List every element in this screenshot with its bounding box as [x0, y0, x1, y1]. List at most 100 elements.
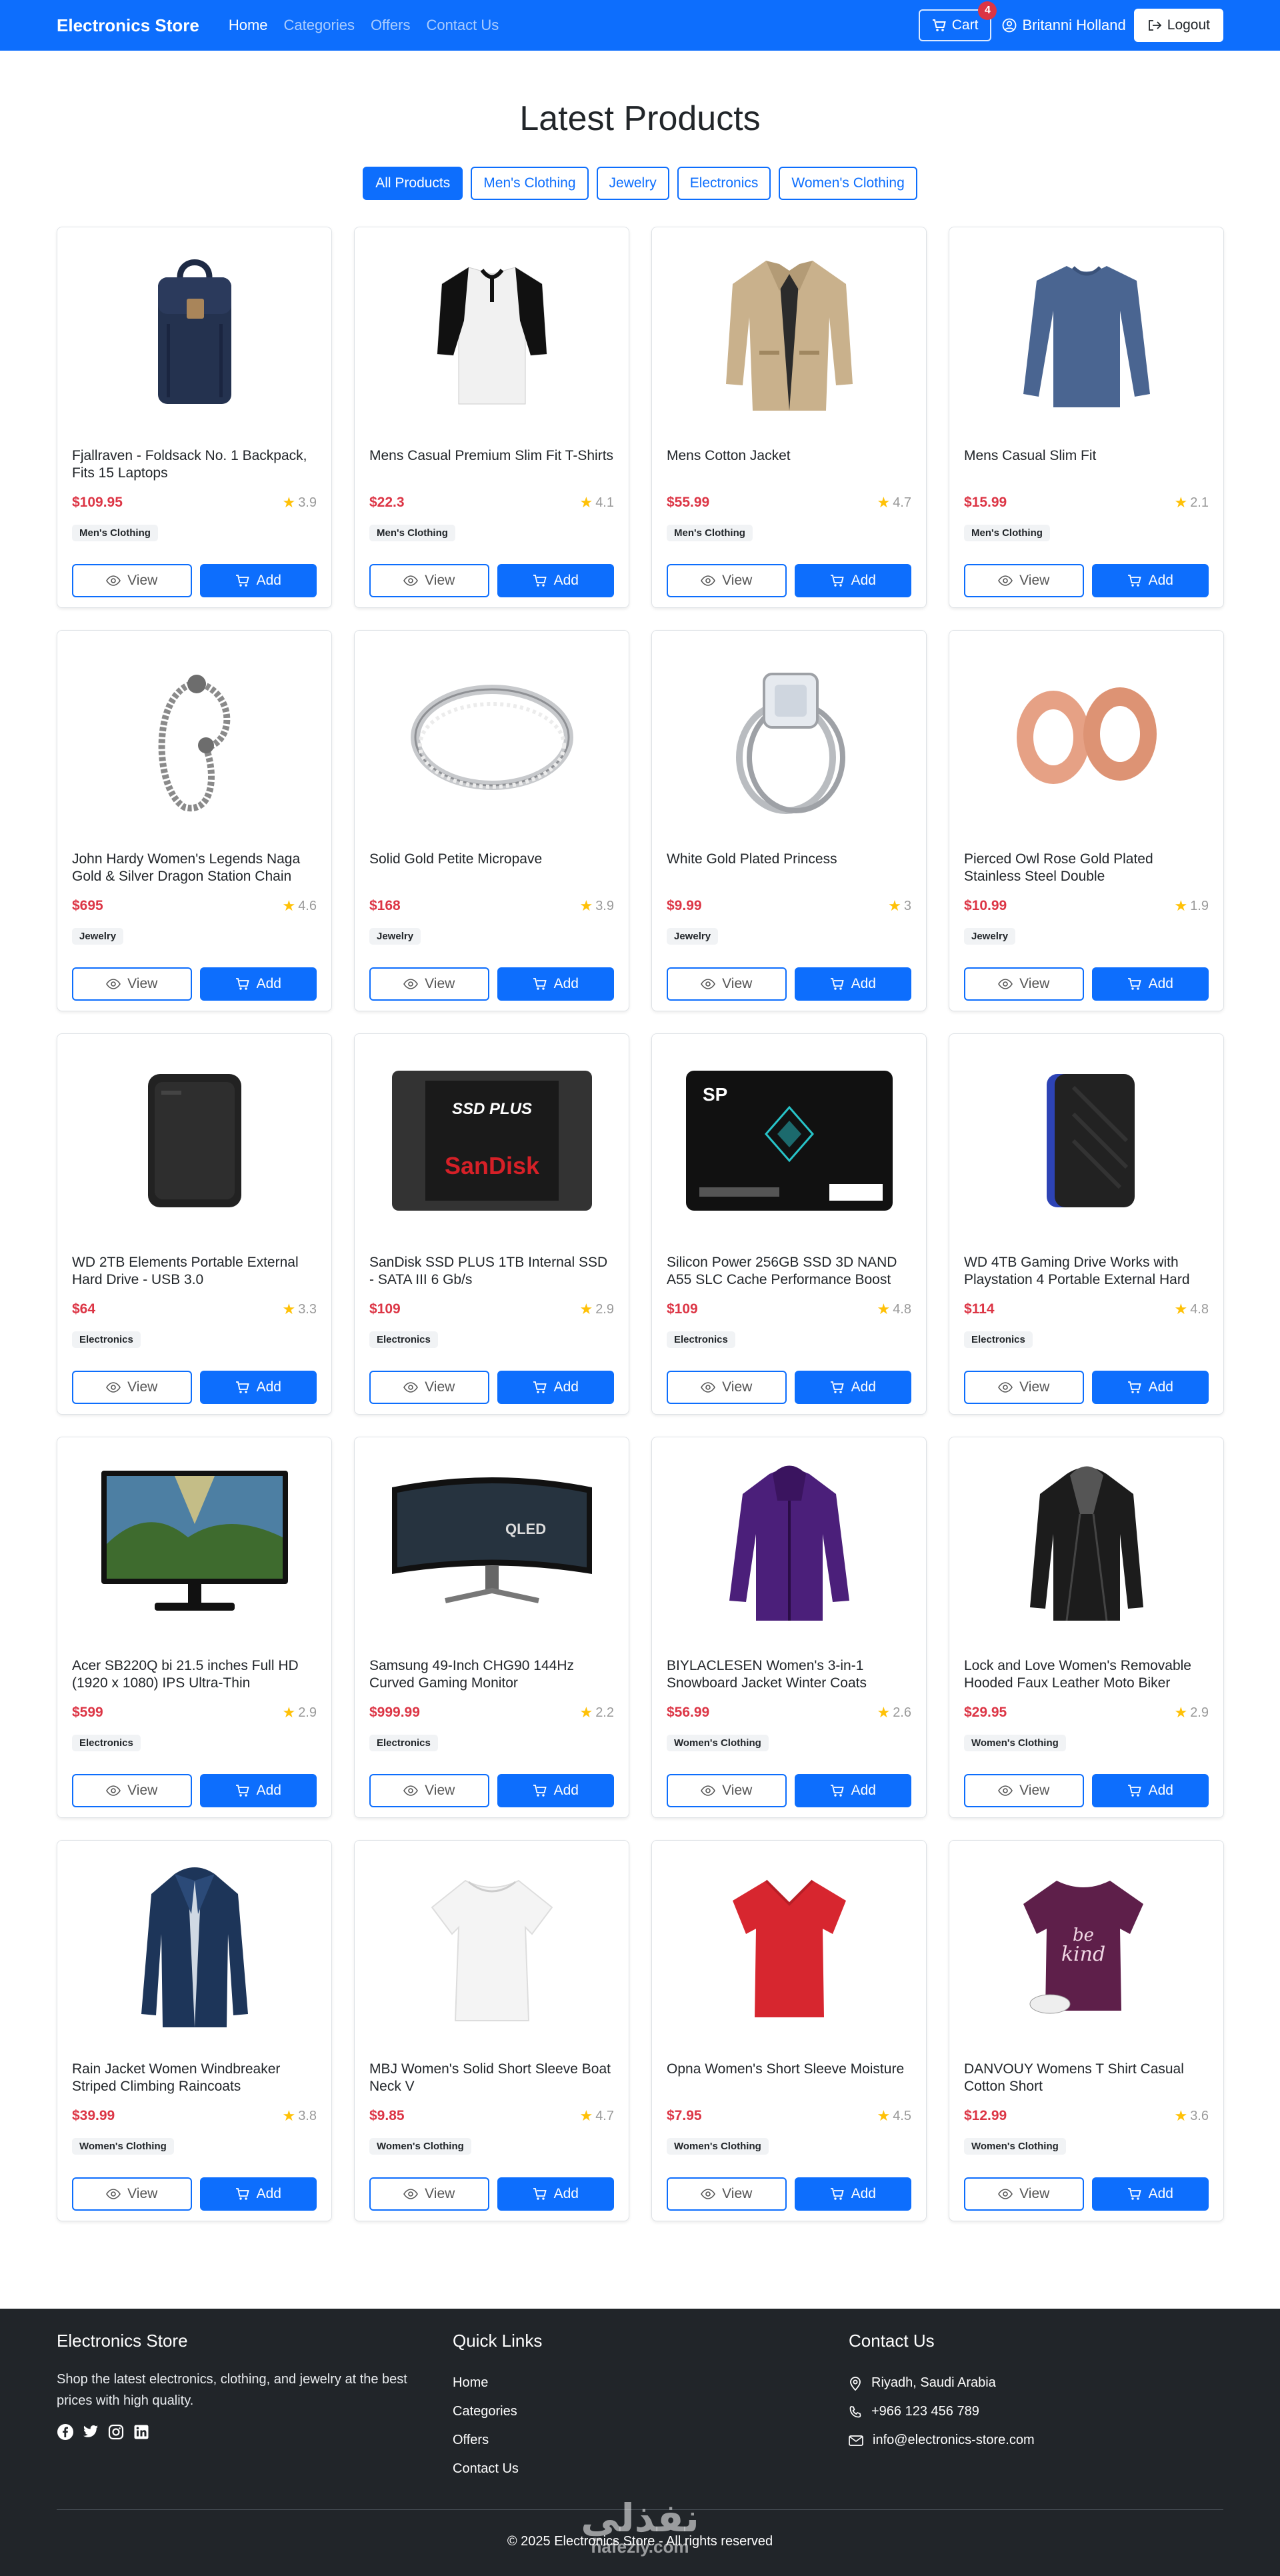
- nav-link-offers[interactable]: Offers: [371, 17, 411, 34]
- add-label: Add: [1148, 573, 1173, 588]
- view-button[interactable]: View: [667, 564, 787, 597]
- add-to-cart-button[interactable]: Add: [199, 1371, 317, 1404]
- view-button[interactable]: View: [667, 967, 787, 1001]
- filter-jewelry[interactable]: Jewelry: [596, 167, 669, 200]
- facebook-icon[interactable]: [57, 2423, 74, 2441]
- view-button[interactable]: View: [964, 1774, 1084, 1807]
- add-to-cart-button[interactable]: Add: [794, 1774, 911, 1807]
- add-to-cart-button[interactable]: Add: [497, 1774, 614, 1807]
- view-button[interactable]: View: [369, 2177, 489, 2211]
- view-button[interactable]: View: [964, 967, 1084, 1001]
- view-button[interactable]: View: [964, 1371, 1084, 1404]
- add-to-cart-button[interactable]: Add: [1091, 1371, 1209, 1404]
- nav-link-contact[interactable]: Contact Us: [426, 17, 499, 34]
- longsleeve-icon[interactable]: [964, 227, 1209, 441]
- view-button[interactable]: View: [72, 967, 192, 1001]
- product-title: Silicon Power 256GB SSD 3D NAND A55 SLC …: [667, 1255, 897, 1287]
- view-label: View: [1019, 1379, 1050, 1395]
- product-price: $599: [72, 1705, 103, 1720]
- add-to-cart-button[interactable]: Add: [794, 564, 911, 597]
- instagram-icon[interactable]: [107, 2423, 125, 2441]
- add-to-cart-button[interactable]: Add: [1091, 2177, 1209, 2211]
- view-button[interactable]: View: [72, 2177, 192, 2211]
- add-to-cart-button[interactable]: Add: [794, 967, 911, 1001]
- leather-jacket-icon[interactable]: [964, 1437, 1209, 1651]
- brand-logo[interactable]: Electronics Store: [57, 15, 199, 36]
- star-icon: ★: [579, 1704, 593, 1721]
- monitor-icon[interactable]: [72, 1437, 317, 1651]
- add-to-cart-button[interactable]: Add: [1091, 967, 1209, 1001]
- backpack-icon[interactable]: [72, 227, 317, 441]
- view-button[interactable]: View: [667, 1774, 787, 1807]
- cart-icon: [533, 2187, 547, 2201]
- filter-electronics[interactable]: Electronics: [677, 167, 771, 200]
- add-to-cart-button[interactable]: Add: [497, 2177, 614, 2211]
- cart-icon: [533, 574, 547, 587]
- filter-all-products[interactable]: All Products: [363, 167, 463, 200]
- product-rating: ★ 3.9: [579, 897, 614, 915]
- nav-link-home[interactable]: Home: [229, 17, 268, 34]
- view-button[interactable]: View: [964, 2177, 1084, 2211]
- jacket-icon[interactable]: [667, 227, 911, 441]
- svg-text:QLED: QLED: [505, 1521, 546, 1537]
- bracelet-icon[interactable]: [72, 631, 317, 844]
- purple-tshirt-icon[interactable]: be kind: [964, 1841, 1209, 2054]
- contact-phone-text[interactable]: +966 123 456 789: [871, 2397, 979, 2426]
- view-button[interactable]: View: [72, 1774, 192, 1807]
- logout-button[interactable]: Logout: [1133, 9, 1223, 42]
- plugs-icon[interactable]: [964, 631, 1209, 844]
- contact-email-text[interactable]: info@electronics-store.com: [873, 2426, 1035, 2455]
- cart-button[interactable]: Cart 4: [918, 1, 997, 41]
- footer-link-offers[interactable]: Offers: [453, 2426, 542, 2455]
- hard-drive-icon[interactable]: [72, 1034, 317, 1247]
- add-to-cart-button[interactable]: Add: [794, 2177, 911, 2211]
- view-button[interactable]: View: [369, 564, 489, 597]
- add-label: Add: [256, 976, 281, 991]
- filter-mens-clothing[interactable]: Men's Clothing: [471, 167, 589, 200]
- red-tshirt-icon[interactable]: [667, 1841, 911, 2054]
- twitter-icon[interactable]: [82, 2423, 99, 2441]
- view-button[interactable]: View: [667, 1371, 787, 1404]
- add-to-cart-button[interactable]: Add: [497, 564, 614, 597]
- curved-monitor-icon[interactable]: QLED: [369, 1437, 614, 1651]
- eye-icon: [403, 979, 419, 989]
- tshirt-icon[interactable]: [369, 227, 614, 441]
- white-top-icon[interactable]: [369, 1841, 614, 2054]
- add-to-cart-button[interactable]: Add: [497, 1371, 614, 1404]
- add-to-cart-button[interactable]: Add: [1091, 1774, 1209, 1807]
- purple-jacket-icon[interactable]: [667, 1437, 911, 1651]
- add-to-cart-button[interactable]: Add: [199, 967, 317, 1001]
- add-to-cart-button[interactable]: Add: [497, 967, 614, 1001]
- view-button[interactable]: View: [369, 1371, 489, 1404]
- product-rating: ★ 4.7: [579, 2107, 614, 2125]
- view-button[interactable]: View: [964, 564, 1084, 597]
- view-button[interactable]: View: [369, 1774, 489, 1807]
- nav-link-categories[interactable]: Categories: [284, 17, 355, 34]
- view-button[interactable]: View: [72, 1371, 192, 1404]
- footer-link-contact[interactable]: Contact Us: [453, 2455, 542, 2483]
- add-to-cart-button[interactable]: Add: [794, 1371, 911, 1404]
- add-to-cart-button[interactable]: Add: [199, 564, 317, 597]
- sandisk-ssd-icon[interactable]: SSD PLUS SanDisk: [369, 1034, 614, 1247]
- linkedin-icon[interactable]: [133, 2423, 150, 2441]
- eye-icon: [701, 2189, 716, 2199]
- add-to-cart-button[interactable]: Add: [199, 1774, 317, 1807]
- view-label: View: [127, 976, 158, 991]
- raincoat-icon[interactable]: [72, 1841, 317, 2054]
- user-profile[interactable]: Britanni Holland: [1002, 17, 1126, 34]
- filter-womens-clothing[interactable]: Women's Clothing: [779, 167, 917, 200]
- sp-ssd-icon[interactable]: SP: [667, 1034, 911, 1247]
- rating-value: 2.9: [298, 1705, 317, 1720]
- view-button[interactable]: View: [667, 2177, 787, 2211]
- add-to-cart-button[interactable]: Add: [199, 2177, 317, 2211]
- diamond-ring-icon[interactable]: [667, 631, 911, 844]
- footer-link-home[interactable]: Home: [453, 2369, 542, 2397]
- add-to-cart-button[interactable]: Add: [1091, 564, 1209, 597]
- footer-link-categories[interactable]: Categories: [453, 2397, 542, 2426]
- view-button[interactable]: View: [72, 564, 192, 597]
- view-button[interactable]: View: [369, 967, 489, 1001]
- gaming-drive-icon[interactable]: [964, 1034, 1209, 1247]
- product-card: Solid Gold Petite Micropave $168 ★ 3.9 Jewel…: [354, 630, 629, 1011]
- add-label: Add: [1148, 976, 1173, 991]
- ring-icon[interactable]: [369, 631, 614, 844]
